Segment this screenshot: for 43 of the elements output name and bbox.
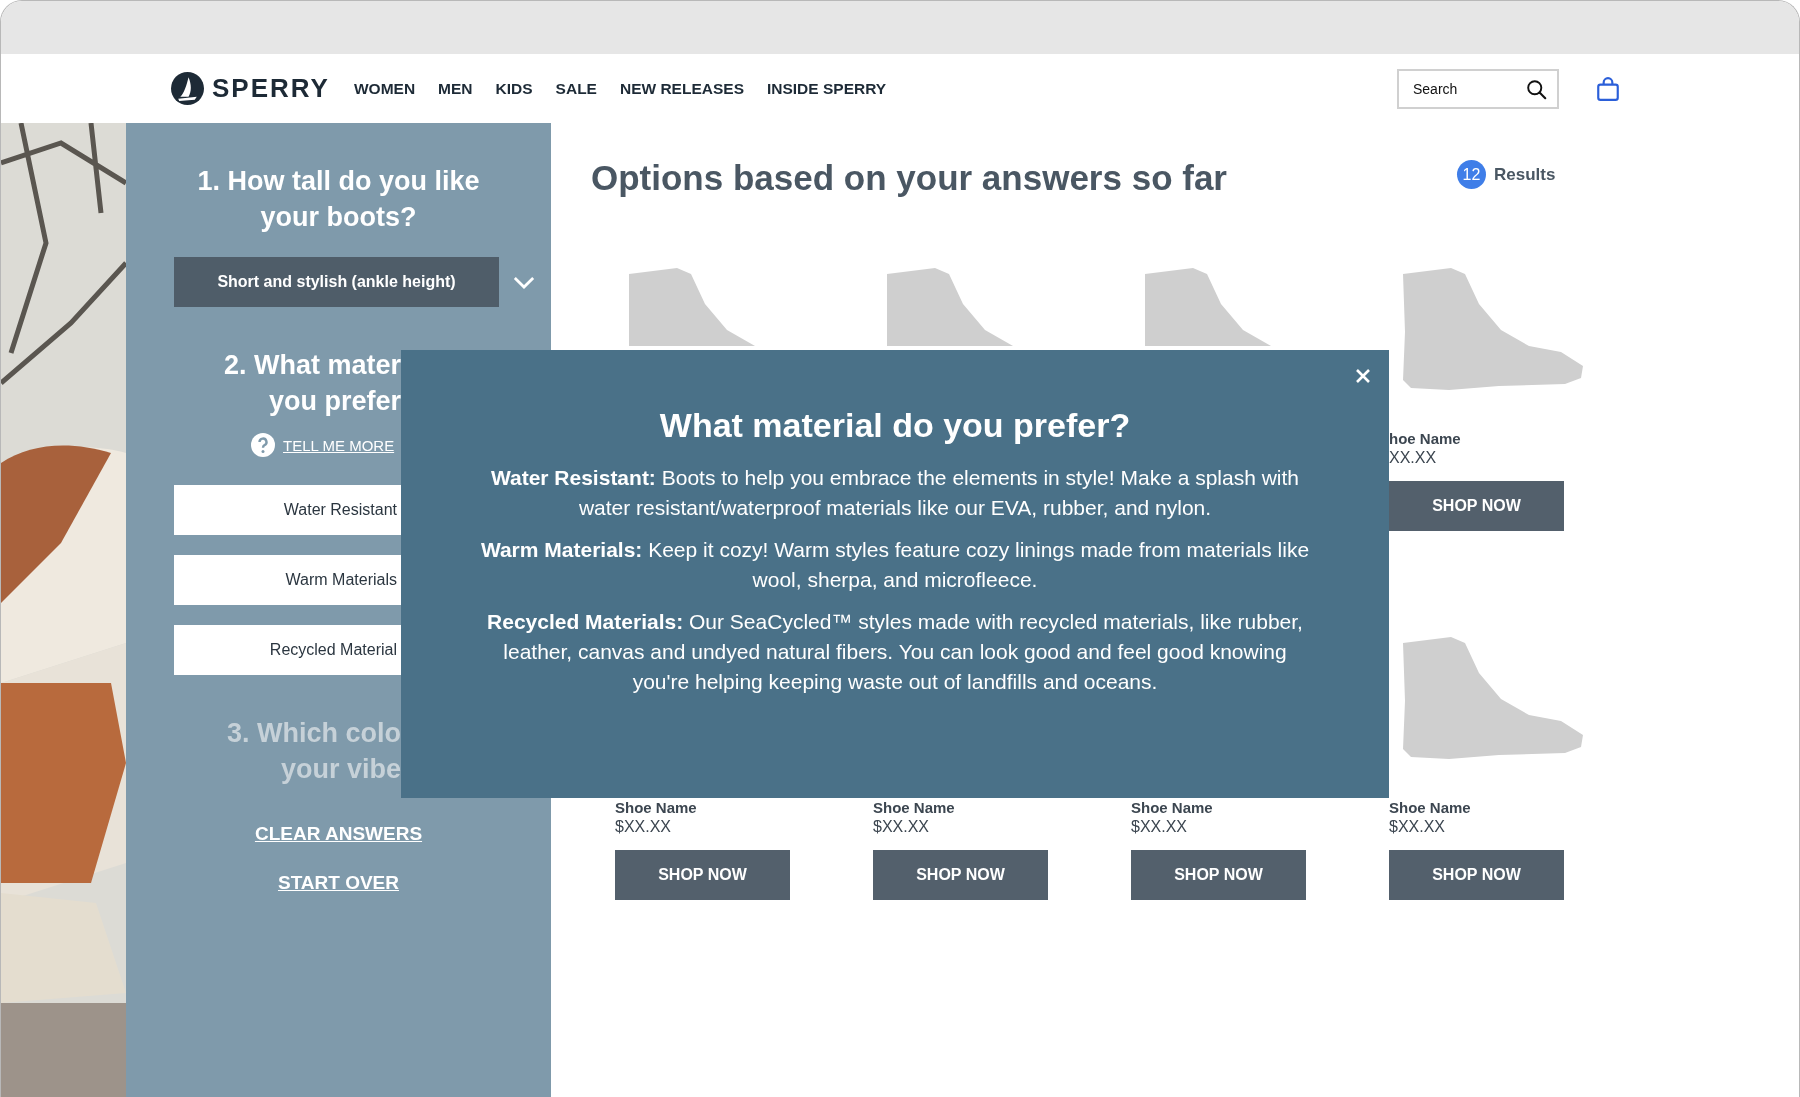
- material-description: Water Resistant: Boots to help you embrace the elements in style! Make a splash with water resistant/waterproof materials like our EVA, rubber, and nylon.: [489, 465, 1301, 521]
- search-icon[interactable]: [1526, 78, 1547, 100]
- brand-name[interactable]: SPERRY: [212, 73, 330, 104]
- dialog-title: What material do you prefer?: [658, 406, 1132, 445]
- nav-link[interactable]: NEW RELEASES: [619, 79, 744, 98]
- shop-now-button[interactable]: SHOP NOW: [1131, 850, 1306, 900]
- shop-now-button[interactable]: SHOP NOW: [1389, 850, 1564, 900]
- material-description: Recycled Materials: Our SeaCycled™ styles made with recycled materials, like rubber, leather, canvas and undyed natural fibers. You can look good and feel good knowing you're helping keeping waste out of landfills and oceans.: [486, 609, 1304, 695]
- product-name: Shoe Name: [1131, 799, 1213, 816]
- product-price: $XX.XX: [615, 818, 672, 836]
- question-title: 1. How tall do you like your boots?: [196, 165, 481, 234]
- shop-now-button[interactable]: SHOP NOW: [1389, 481, 1564, 531]
- product-price: XX.XX: [1389, 449, 1437, 467]
- product-price: $XX.XX: [1389, 818, 1446, 836]
- question-title: 3. Which colo your vibe: [226, 717, 401, 786]
- product-price: $XX.XX: [1131, 818, 1188, 836]
- results-heading: Options based on your answers so far: [591, 158, 1227, 198]
- product-name: Shoe Name: [1389, 799, 1471, 816]
- results-count-badge: 12: [1457, 160, 1486, 189]
- question-title: 2. What mater you prefer: [222, 349, 401, 418]
- height-dropdown[interactable]: Short and stylish (ankle height): [174, 257, 499, 307]
- nav-link[interactable]: INSIDE SPERRY: [766, 79, 887, 98]
- nav-link[interactable]: WOMEN: [353, 79, 416, 98]
- product-name: hoe Name: [1389, 430, 1461, 447]
- shopping-bag-icon[interactable]: [1595, 75, 1621, 102]
- shop-now-button[interactable]: SHOP NOW: [873, 850, 1048, 900]
- product-price: $XX.XX: [873, 818, 930, 836]
- chevron-down-icon[interactable]: [513, 275, 535, 289]
- nav-link[interactable]: MEN: [438, 79, 473, 98]
- product-name: Shoe Name: [873, 799, 955, 816]
- product-name: Shoe Name: [615, 799, 697, 816]
- results-label: Results: [1494, 164, 1556, 185]
- search-field[interactable]: Search: [1397, 68, 1559, 109]
- material-description: Warm Materials: Keep it cozy! Warm styles feature cozy linings made from materials like wool, sherpa, and microfleece.: [480, 537, 1310, 593]
- nav-link[interactable]: KIDS: [495, 79, 533, 98]
- nav-link[interactable]: SALE: [555, 79, 597, 98]
- sailboat-logo-icon[interactable]: [171, 72, 204, 105]
- close-icon[interactable]: [1355, 368, 1371, 384]
- material-option[interactable]: Recycled Material: [174, 625, 401, 675]
- material-option[interactable]: Water Resistant: [174, 485, 401, 535]
- shop-now-button[interactable]: SHOP NOW: [615, 850, 790, 900]
- help-icon[interactable]: [251, 433, 275, 457]
- material-option[interactable]: Warm Materials: [174, 555, 401, 605]
